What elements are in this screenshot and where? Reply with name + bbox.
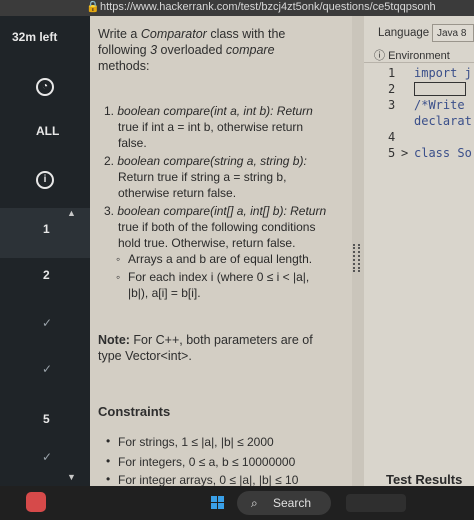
browser-url-bar[interactable]: 🔒 https://www.hackerrank.com/test/bzcj4z… — [0, 0, 474, 16]
windows-start-icon[interactable] — [211, 496, 225, 510]
lock-icon: 🔒 — [86, 1, 100, 13]
line-number: 5 — [388, 146, 396, 160]
bullet-icon: • — [106, 472, 111, 486]
list-item: 1. boolean compare(int a, int b): Return — [104, 104, 313, 118]
clock-icon[interactable]: ◔ — [36, 78, 54, 96]
sub-list-item: Arrays a and b are of equal length. — [128, 252, 313, 266]
sub-list-item: For each index i (where 0 ≤ i < |a|, — [128, 270, 310, 284]
fold-arrow-icon[interactable]: > — [401, 146, 408, 160]
bullet-icon: ◦ — [116, 270, 121, 284]
constraint-item: For integers, 0 ≤ a, b ≤ 10000000 — [118, 455, 296, 469]
check-icon: ✓ — [42, 450, 53, 464]
os-taskbar: ⌕ Search — [0, 486, 474, 520]
app-icon[interactable] — [26, 492, 46, 512]
search-label: Search — [273, 496, 312, 510]
info-icon: ⓘ — [374, 50, 385, 62]
list-item: 2. boolean compare(string a, string b): — [104, 154, 307, 168]
nav-question-1[interactable]: 1 — [43, 222, 50, 236]
list-item: 3. boolean compare(int[] a, int[] b): Re… — [104, 204, 327, 218]
line-number: 1 — [388, 66, 396, 80]
code-text: /*Write — [414, 98, 465, 112]
line-number: 3 — [388, 98, 396, 112]
line-number: 4 — [388, 130, 396, 144]
sub-list-item-line: |b|), a[i] = b[i]. — [128, 286, 201, 300]
taskbar-search[interactable]: ⌕ Search — [237, 491, 331, 515]
nav-all[interactable]: ALL — [36, 124, 59, 138]
list-item-line: otherwise return false. — [118, 186, 237, 200]
check-icon: ✓ — [42, 362, 53, 376]
line-number: 2 — [388, 82, 396, 96]
constraints-title: Constraints — [98, 404, 171, 419]
note-line-2: type Vector<int>. — [98, 349, 192, 363]
info-icon[interactable]: i — [36, 171, 54, 189]
scroll-down-icon[interactable]: ▼ — [67, 472, 76, 482]
list-item-line: hold true. Otherwise, return false. — [118, 236, 296, 250]
question-panel[interactable]: Write a Comparator class with the follow… — [90, 16, 352, 486]
code-cursor-line[interactable] — [414, 82, 466, 96]
divider — [364, 62, 474, 63]
intro-line-3: methods: — [98, 59, 150, 73]
bullet-icon: • — [106, 434, 111, 448]
timer: 32m left — [12, 30, 58, 44]
language-select[interactable]: Java 8 — [432, 24, 474, 42]
url-text: https://www.hackerrank.com/test/bzcj4zt5… — [100, 1, 436, 13]
bullet-icon: ◦ — [116, 252, 121, 266]
nav-question-5[interactable]: 5 — [43, 412, 50, 426]
question-nav: 32m left ◔ ALL i ▲ 1 2 ✓ ✓ 5 ✓ ▼ — [0, 16, 90, 486]
taskbar-app-button[interactable] — [346, 494, 406, 512]
note-line-1: Note: For C++, both parameters are of — [98, 333, 313, 347]
list-item-line: true if both of the following conditions — [118, 220, 316, 234]
scroll-up-icon[interactable]: ▲ — [67, 208, 76, 218]
check-icon: ✓ — [42, 316, 53, 330]
code-text: class So — [414, 146, 472, 160]
resize-handle[interactable] — [353, 244, 360, 272]
list-item-line: Return true if string a = string b, — [118, 170, 287, 184]
environment-toggle[interactable]: ⓘ Environment — [374, 47, 450, 63]
list-item-line: false. — [118, 136, 147, 150]
intro-line-2: following 3 overloaded compare — [98, 43, 275, 57]
language-label: Language — [378, 27, 430, 39]
bullet-icon: • — [106, 454, 111, 468]
list-item-line: true if int a = int b, otherwise return — [118, 120, 304, 134]
constraint-item: For strings, 1 ≤ |a|, |b| ≤ 2000 — [118, 435, 274, 449]
constraint-item: For integer arrays, 0 ≤ |a|, |b| ≤ 10 — [118, 473, 299, 486]
nav-question-2[interactable]: 2 — [43, 268, 50, 282]
code-text: declarat — [414, 114, 472, 128]
code-text: import j — [414, 66, 472, 80]
intro-line-1: Write a Comparator class with the — [98, 27, 286, 41]
code-editor-panel[interactable]: Language Java 8 ⓘ Environment 1 import j… — [364, 16, 474, 486]
test-results-tab[interactable]: Test Results — [386, 472, 462, 486]
search-icon: ⌕ — [251, 496, 258, 510]
